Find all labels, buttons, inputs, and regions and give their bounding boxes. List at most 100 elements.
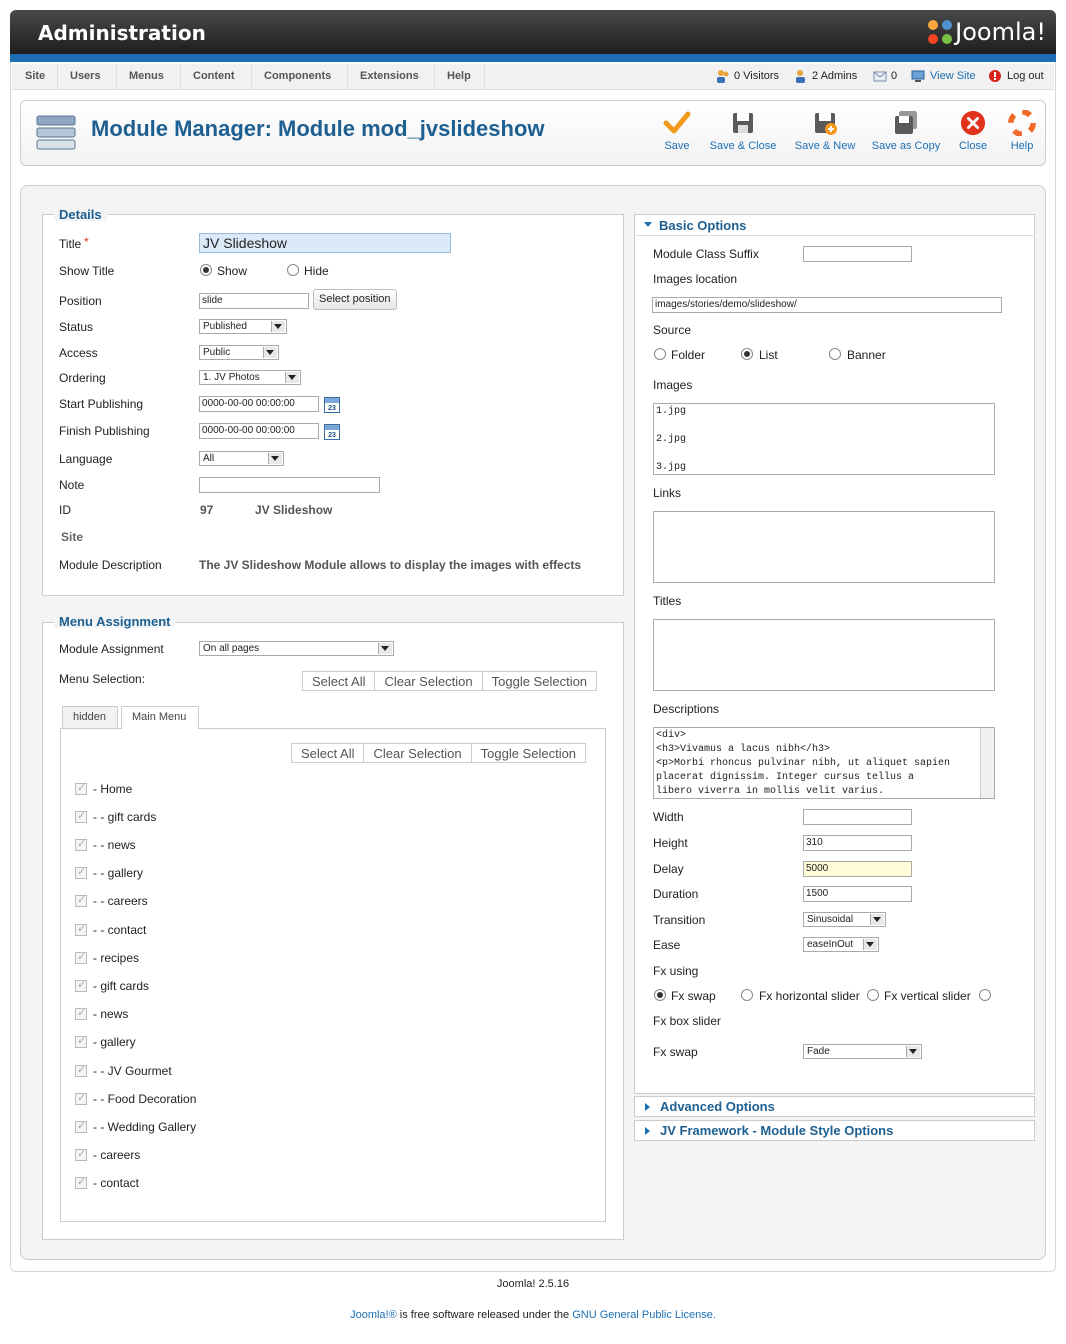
footer-joomla-link[interactable]: Joomla!® [350,1309,397,1321]
menu-item-checkbox[interactable] [75,1091,87,1105]
advanced-options-accordion[interactable]: Advanced Options [634,1096,1035,1117]
menu-users[interactable]: Users [70,70,101,82]
ease-select[interactable]: easeInOut [803,937,879,952]
menu-content[interactable]: Content [193,70,235,82]
descriptions-textarea[interactable]: <div> <h3>Vivamus a lacus nibh</h3> <p>M… [653,727,995,799]
close-button[interactable]: Close [956,110,990,152]
duration-input[interactable]: 1500 [803,886,912,902]
ordering-select[interactable]: 1. JV Photos [199,370,301,385]
tab-main-menu[interactable]: Main Menu [121,706,199,729]
calendar-icon[interactable]: 23 [324,424,340,440]
save-button[interactable]: Save [658,110,696,152]
select-all-button[interactable]: Select All [292,744,365,762]
menu-item-checkbox[interactable] [75,1119,87,1133]
fx-vertical-radio[interactable] [867,989,879,1001]
source-banner-radio[interactable] [829,348,841,360]
descriptions-line: <h3>Vivamus a lacus nibh</h3> [656,744,831,755]
toggle-selection-button[interactable]: Toggle Selection [472,744,585,762]
fx-swap-select[interactable]: Fade [803,1044,922,1059]
position-input[interactable]: slide [199,293,309,309]
module-assignment-select[interactable]: On all pages [199,641,394,656]
show-title-show-radio[interactable] [200,264,212,276]
images-location-input[interactable]: images/stories/demo/slideshow/ [652,297,1002,313]
delay-input[interactable]: 5000 [803,861,912,877]
menu-menus[interactable]: Menus [129,70,164,82]
source-list-radio[interactable] [741,348,753,360]
menu-item-checkbox[interactable] [75,809,87,823]
delay-label: Delay [653,862,684,876]
fx-horizontal-radio[interactable] [741,989,753,1001]
class-suffix-input[interactable] [803,246,912,262]
menu-components[interactable]: Components [264,70,331,82]
menu-item-checkbox[interactable] [75,893,87,907]
images-line [656,447,992,461]
menu-item-checkbox[interactable] [75,1147,87,1161]
menu-help[interactable]: Help [447,70,471,82]
tab-hidden[interactable]: hidden [62,706,118,728]
status-select[interactable]: Published [199,319,287,334]
menu-item-checkbox[interactable] [75,781,87,795]
basic-options-header[interactable]: Basic Options [634,214,1035,236]
menu-item-checkbox[interactable] [75,865,87,879]
save-label: Save [664,140,690,152]
select-all-button[interactable]: Select All [303,672,376,690]
menu-item-label: - - gift cards [93,810,157,824]
menu-item-label: - gift cards [93,979,150,993]
menu-selection-label: Menu Selection: [59,672,146,686]
footer-license-link[interactable]: GNU General Public License. [572,1309,716,1321]
menu-extensions[interactable]: Extensions [360,70,419,82]
finish-publishing-input[interactable]: 0000-00-00 00:00:00 [199,423,319,439]
menu-item-checkbox[interactable] [75,978,87,992]
fx-swap-radio[interactable] [654,989,666,1001]
toggle-selection-button[interactable]: Toggle Selection [483,672,596,690]
ordering-value: 1. JV Photos [203,372,260,383]
basic-options-title: Basic Options [659,218,747,233]
access-select[interactable]: Public [199,345,279,360]
start-publishing-label: Start Publishing [59,397,144,411]
hide-label: Hide [304,264,329,278]
clear-selection-button[interactable]: Clear Selection [375,672,483,690]
menu-site[interactable]: Site [25,70,45,82]
module-description-value: The JV Slideshow Module allows to displa… [199,558,582,572]
fx-box-radio[interactable] [979,989,991,1001]
images-textarea[interactable]: 1.jpg 2.jpg 3.jpg [653,403,995,475]
show-title-hide-radio[interactable] [287,264,299,276]
tab-selection-actions: Select All Clear Selection Toggle Selectio… [291,743,587,763]
language-select[interactable]: All [199,451,284,466]
menu-item-checkbox[interactable] [75,837,87,851]
menu-item-label: - recipes [93,951,140,965]
fx-swap-option: Fx swap [671,989,716,1003]
module-manager-icon [36,115,76,150]
save-close-button[interactable]: Save & Close [708,110,778,152]
clear-selection-button[interactable]: Clear Selection [364,744,472,762]
position-label: Position [59,294,102,308]
start-publishing-input[interactable]: 0000-00-00 00:00:00 [199,396,319,412]
logout-link[interactable]: Log out [1007,70,1044,82]
height-input[interactable]: 310 [803,835,912,851]
select-position-button[interactable]: Select position [313,289,397,310]
descriptions-scrollbar[interactable] [980,728,994,798]
menu-item-checkbox[interactable] [75,1006,87,1020]
save-new-button[interactable]: Save & New [792,110,858,152]
source-folder-radio[interactable] [654,348,666,360]
footer-text: is free software released under the [396,1309,573,1321]
menu-item-checkbox[interactable] [75,1034,87,1048]
menu-item-checkbox[interactable] [75,950,87,964]
duration-label: Duration [653,887,699,901]
jv-framework-accordion[interactable]: JV Framework - Module Style Options [634,1120,1035,1141]
menu-item-checkbox[interactable] [75,922,87,936]
links-textarea[interactable] [653,511,995,583]
titles-textarea[interactable] [653,619,995,691]
menu-item-checkbox[interactable] [75,1063,87,1077]
ordering-label: Ordering [59,371,106,385]
note-input[interactable] [199,477,380,493]
save-copy-button[interactable]: Save as Copy [868,110,944,152]
calendar-icon[interactable]: 23 [324,397,340,413]
help-button[interactable]: Help [1006,110,1038,152]
view-site-link[interactable]: View Site [930,70,976,82]
transition-select[interactable]: Sinusoidal [803,912,886,927]
list-label: List [759,348,778,362]
width-input[interactable] [803,809,912,825]
menu-item-checkbox[interactable] [75,1175,87,1189]
title-input[interactable]: JV Slideshow [199,233,451,253]
